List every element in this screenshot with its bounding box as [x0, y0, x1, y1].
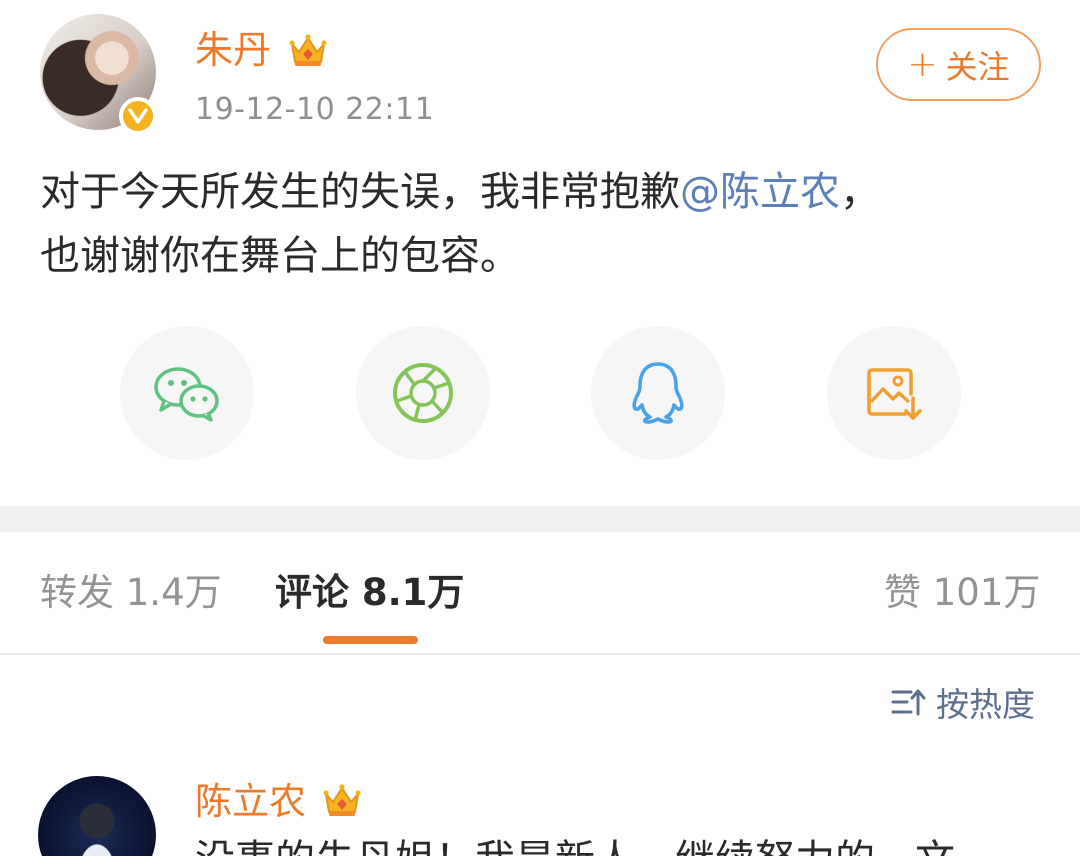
post-text-part2: ， — [840, 169, 880, 215]
post-text-part1: 对于今天所发生的失误，我非常抱歉 — [40, 169, 680, 215]
sort-label: 按热度 — [936, 685, 1035, 724]
share-wechat-button[interactable] — [120, 326, 254, 460]
post-text-line2: 也谢谢你在舞台上的包容。 — [40, 233, 520, 279]
post-content: 对于今天所发生的失误，我非常抱歉@陈立农， 也谢谢你在舞台上的包容。 — [40, 160, 1040, 288]
active-tab-indicator — [323, 636, 418, 644]
section-divider — [0, 506, 1080, 532]
tab-likes[interactable]: 赞 101万 — [884, 568, 1040, 618]
tabs-divider — [0, 653, 1080, 655]
follow-label: 关注 — [945, 47, 1010, 86]
tab-comments[interactable]: 评论 8.1万 — [275, 568, 464, 618]
comment-author-avatar[interactable] — [38, 776, 156, 856]
wechat-icon — [154, 367, 219, 422]
crown-icon — [323, 784, 361, 816]
tab-repost[interactable]: 转发 1.4万 — [40, 568, 222, 618]
comment-text: 没事的朱丹姐！我是新人，继续努力的，文 — [195, 832, 955, 856]
mention-link[interactable]: @陈立农 — [680, 169, 840, 215]
save-image-icon — [867, 368, 922, 420]
plus-icon: + — [907, 43, 938, 85]
qq-icon — [632, 362, 684, 424]
comment-author-name[interactable]: 陈立农 — [195, 778, 306, 826]
follow-button[interactable]: + 关注 — [876, 28, 1041, 101]
crown-icon — [289, 34, 327, 66]
sort-icon — [891, 689, 926, 716]
verified-icon — [119, 97, 157, 135]
share-moments-button[interactable] — [356, 326, 490, 460]
author-name[interactable]: 朱丹 — [195, 26, 271, 74]
share-qq-button[interactable] — [591, 326, 725, 460]
post-timestamp: 19-12-10 22:11 — [195, 92, 435, 127]
sort-button[interactable]: 按热度 — [890, 680, 1035, 724]
moments-icon — [393, 363, 453, 423]
save-image-button[interactable] — [827, 326, 961, 460]
